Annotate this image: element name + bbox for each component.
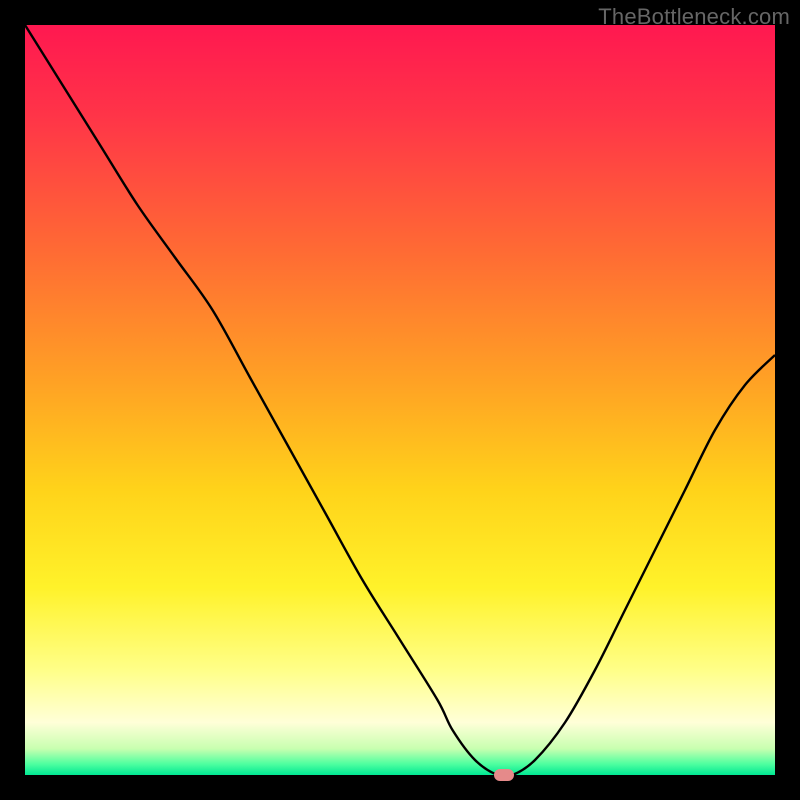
watermark-text: TheBottleneck.com [598, 4, 790, 30]
optimal-point-marker [494, 769, 514, 781]
chart-svg [25, 25, 775, 775]
gradient-background [25, 25, 775, 775]
chart-plot-area [25, 25, 775, 775]
chart-frame: TheBottleneck.com [0, 0, 800, 800]
